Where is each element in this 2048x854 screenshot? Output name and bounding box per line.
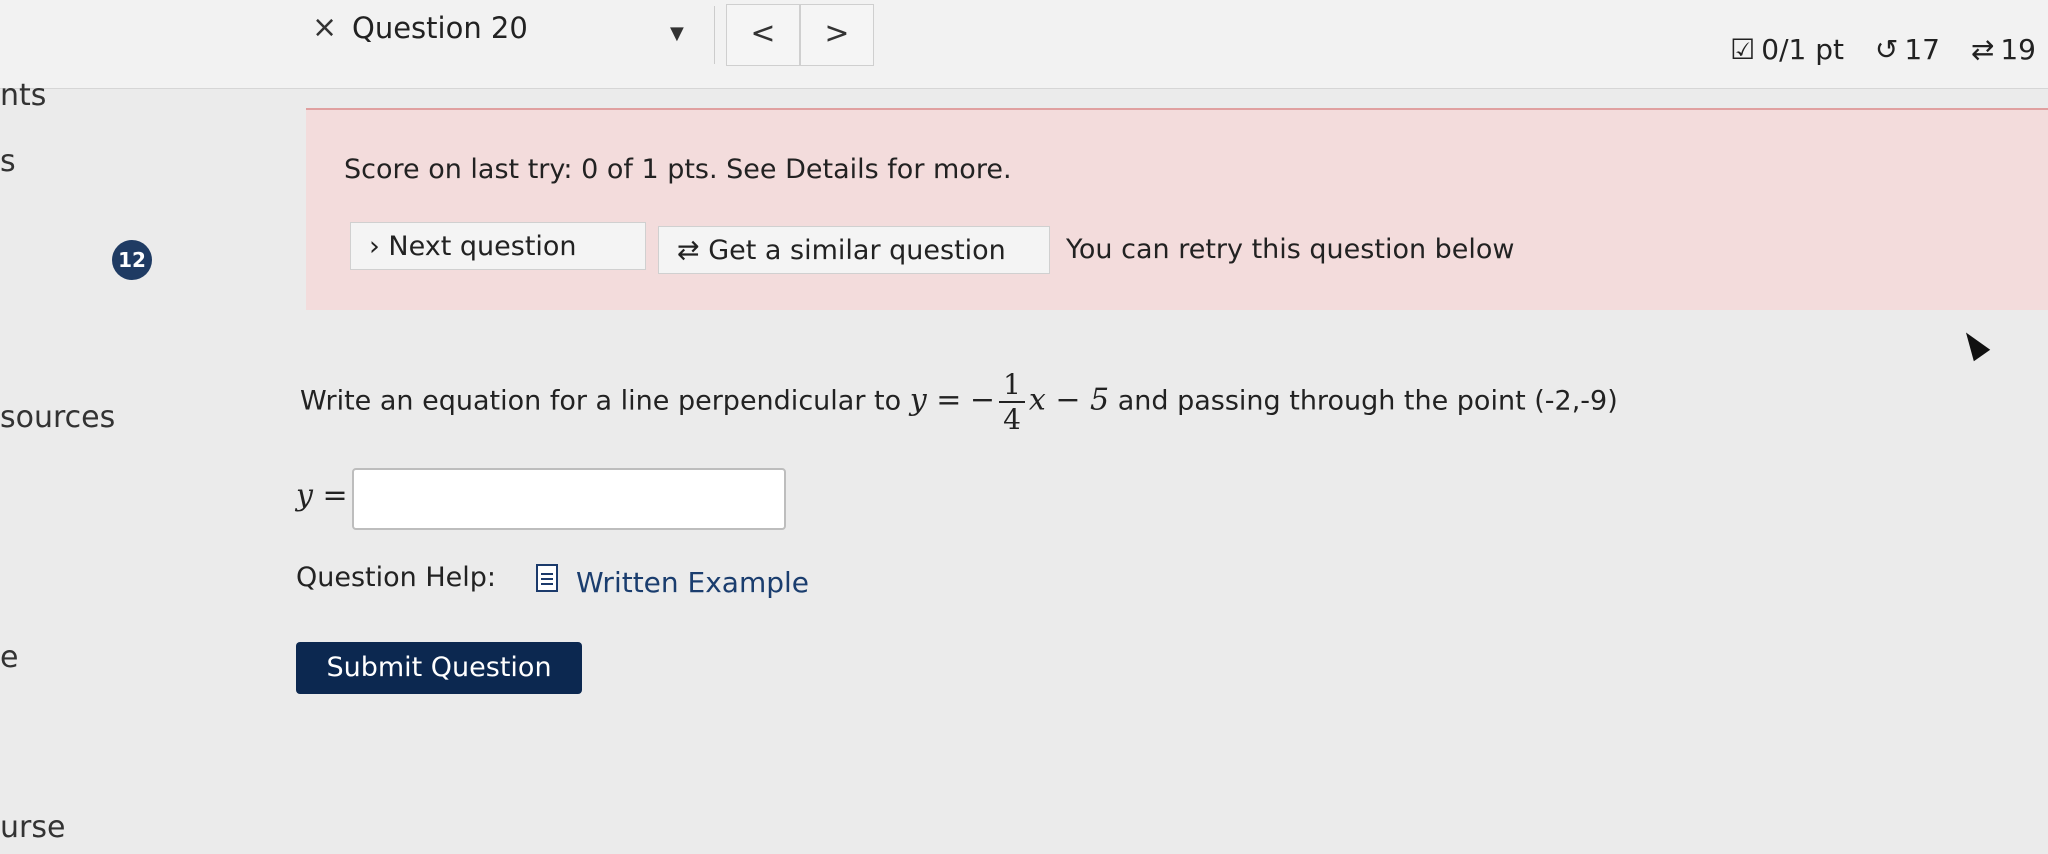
score-message: Score on last try: 0 of 1 pts. See Detai… [344,154,1012,185]
answer-label: y = [296,478,348,513]
close-icon[interactable]: × [312,8,337,48]
chevron-down-icon[interactable]: ▼ [670,14,684,54]
question-help-label: Question Help: [296,562,496,593]
submit-question-button[interactable]: Submit Question [296,642,582,694]
sidebar-item-course[interactable]: urse [0,810,65,845]
sidebar-item-assignments[interactable]: nts [0,78,46,113]
notification-badge: 12 [112,240,152,280]
similar-question-label: Get a similar question [708,235,1006,266]
chevron-right-icon: › [369,231,380,262]
undo-icon: ↺ [1874,33,1899,66]
document-icon[interactable] [536,564,558,592]
fraction-denominator: 4 [1003,403,1021,436]
sidebar-item-4[interactable]: e [0,640,18,675]
next-question-button[interactable]: › Next question [350,222,646,270]
answer-input[interactable] [352,468,786,530]
points-value: 0/1 pt [1761,33,1844,66]
written-example-link[interactable]: Written Example [576,566,809,599]
next-question-label: Next question [388,231,577,262]
question-select[interactable]: Question 20 [352,8,528,48]
question-header: × Question 20 ▼ < > ☑ 0/1 pt ↺ 17 ⇄ 19 [0,0,2048,89]
repeat-icon: ⇄ [1970,33,1995,66]
divider [714,6,715,64]
sidebar-item-2[interactable]: s [0,144,16,179]
checkbox-icon: ☑ [1730,33,1756,66]
similar-question-button[interactable]: ⇄ Get a similar question [658,226,1050,274]
equation-sign: − [969,382,996,418]
mouse-cursor-icon [1957,326,1991,362]
feedback-panel: Score on last try: 0 of 1 pts. See Detai… [306,108,2048,310]
sidebar-item-resources[interactable]: sources [0,400,115,435]
repeat-icon: ⇄ [677,235,700,266]
question-status: ☑ 0/1 pt ↺ 17 ⇄ 19 [1724,30,2036,70]
fraction-numerator: 1 [999,368,1025,403]
prompt-prefix: Write an equation for a line perpendicul… [300,385,902,417]
next-question-arrow-button[interactable]: > [800,4,874,66]
retry-message: You can retry this question below [1066,234,1515,265]
point-coordinates: (-2,-9) [1534,385,1618,417]
equation-fraction: 14 [999,368,1025,436]
retries-value: 17 [1904,33,1940,66]
previous-question-button[interactable]: < [726,4,800,66]
equation-lhs: y = [909,382,962,418]
attempts-value: 19 [2000,33,2036,66]
prompt-suffix: and passing through the point [1117,385,1526,417]
equation-rest: x − 5 [1028,382,1110,418]
question-prompt: Write an equation for a line perpendicul… [300,368,1618,436]
